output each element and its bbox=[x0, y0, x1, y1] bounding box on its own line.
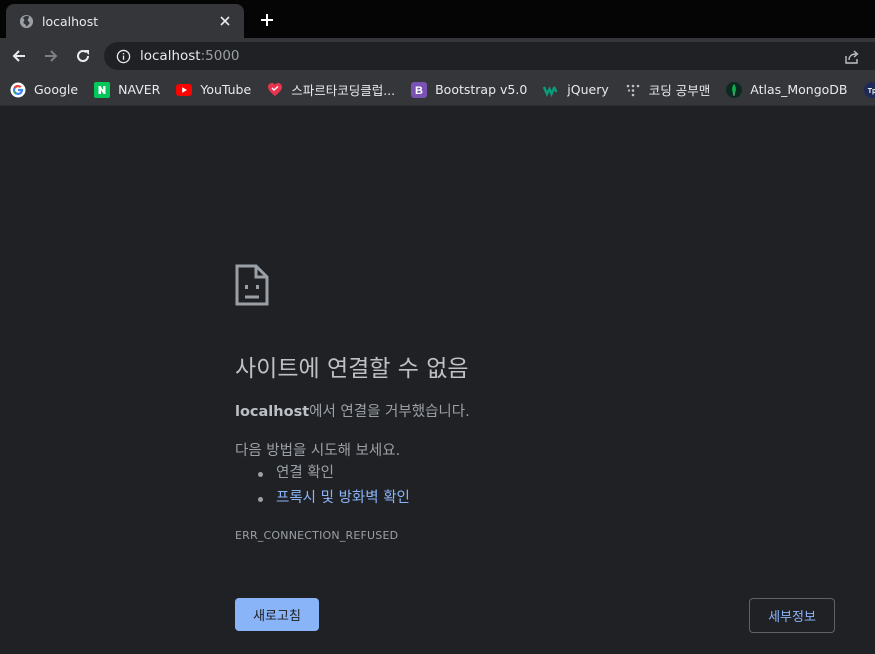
tab-strip: localhost bbox=[0, 0, 875, 38]
bookmark-youtube[interactable]: YouTube bbox=[166, 77, 257, 103]
url-port: :5000 bbox=[200, 48, 240, 64]
naver-icon bbox=[94, 81, 111, 98]
bookmark-label: Bootstrap v5.0 bbox=[435, 82, 528, 97]
mongodb-icon bbox=[726, 81, 743, 98]
suggestion-check-connection: 연결 확인 bbox=[255, 461, 410, 486]
suggestions-list: 연결 확인 프록시 및 방화벽 확인 bbox=[255, 461, 410, 511]
forward-button[interactable] bbox=[37, 42, 65, 70]
bookmark-google[interactable]: Google bbox=[0, 77, 84, 103]
bookmark-label: Google bbox=[34, 82, 79, 97]
close-icon[interactable] bbox=[216, 12, 234, 30]
bookmarks-bar: Google NAVER YouTube 스파르타코딩클럽... B Boots… bbox=[0, 74, 875, 106]
details-button[interactable]: 세부정보 bbox=[749, 598, 835, 633]
error-description: localhost에서 연결을 거부했습니다. bbox=[235, 400, 470, 421]
info-icon[interactable] bbox=[115, 48, 131, 64]
bookmark-bootstrap[interactable]: B Bootstrap v5.0 bbox=[401, 77, 533, 103]
bookmark-label: NAVER bbox=[118, 82, 161, 97]
bookmark-label: 코딩 공부맨 bbox=[648, 83, 711, 98]
bookmark-label: 스파르타코딩클럽... bbox=[291, 83, 396, 98]
bookmark-naver[interactable]: NAVER bbox=[84, 77, 166, 103]
reload-button[interactable] bbox=[69, 42, 97, 70]
bookmark-label: jQuery bbox=[567, 82, 609, 97]
back-button[interactable] bbox=[5, 42, 33, 70]
error-code: ERR_CONNECTION_REFUSED bbox=[235, 529, 399, 542]
new-tab-button[interactable] bbox=[256, 9, 278, 31]
bookmark-label: YouTube bbox=[200, 82, 252, 97]
bookmark-jquery[interactable]: jQuery bbox=[533, 77, 614, 103]
share-icon[interactable] bbox=[843, 48, 861, 66]
google-icon bbox=[10, 82, 26, 98]
svg-text:Tp: Tp bbox=[867, 88, 875, 95]
bookmark-coding[interactable]: 코딩 공부맨 bbox=[615, 77, 716, 103]
tenping-icon: Tp bbox=[863, 81, 875, 98]
sparta-icon bbox=[267, 82, 283, 98]
error-title: 사이트에 연결할 수 없음 bbox=[235, 356, 469, 382]
globe-icon bbox=[18, 13, 34, 29]
toolbar: localhost:5000 bbox=[0, 38, 875, 74]
error-description-text: 에서 연결을 거부했습니다. bbox=[309, 404, 470, 420]
bootstrap-icon: B bbox=[411, 81, 428, 98]
refresh-icon bbox=[77, 50, 90, 62]
youtube-icon bbox=[176, 82, 193, 98]
arrow-right-icon bbox=[45, 50, 58, 62]
coding-icon bbox=[625, 82, 641, 98]
active-tab[interactable]: localhost bbox=[6, 4, 244, 38]
error-page: 사이트에 연결할 수 없음 localhost에서 연결을 거부했습니다. 다음… bbox=[0, 107, 875, 654]
bookmark-tenping[interactable]: Tp 텐핑 bbox=[854, 77, 875, 103]
try-heading: 다음 방법을 시도해 보세요. bbox=[235, 443, 401, 459]
url-text: localhost:5000 bbox=[140, 48, 240, 64]
jquery-icon bbox=[543, 82, 559, 98]
sad-file-icon bbox=[235, 264, 269, 306]
bookmark-label: Atlas_MongoDB bbox=[750, 82, 848, 97]
bookmark-sparta[interactable]: 스파르타코딩클럽... bbox=[257, 77, 401, 103]
arrow-left-icon bbox=[12, 50, 25, 62]
suggestion-check-proxy-firewall-link[interactable]: 프록시 및 방화벽 확인 bbox=[255, 486, 410, 511]
bookmark-mongodb[interactable]: Atlas_MongoDB bbox=[716, 77, 853, 103]
address-bar[interactable]: localhost:5000 bbox=[104, 42, 875, 70]
plus-icon bbox=[261, 14, 273, 26]
tab-title: localhost bbox=[42, 13, 99, 29]
url-host: localhost bbox=[140, 48, 201, 64]
reload-page-button[interactable]: 새로고침 bbox=[235, 598, 319, 631]
svg-text:B: B bbox=[415, 85, 423, 97]
error-host: localhost bbox=[235, 404, 310, 420]
